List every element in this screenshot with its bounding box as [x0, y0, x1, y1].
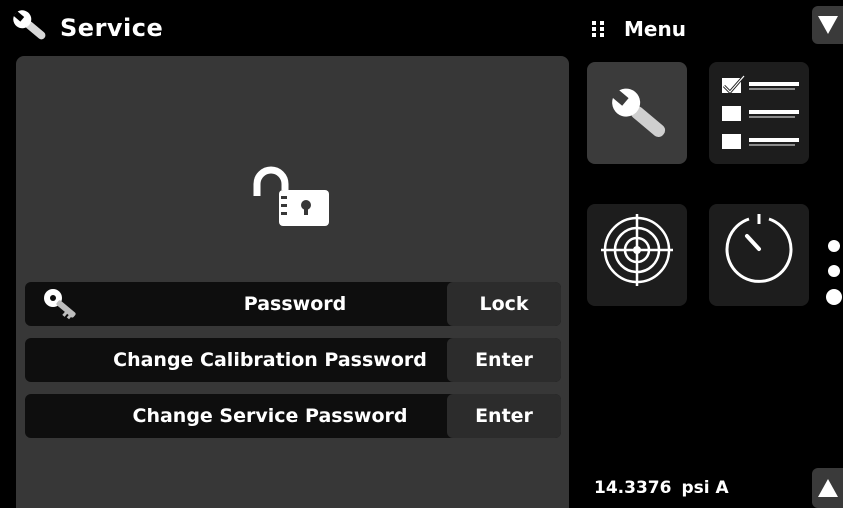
page-title: Service: [60, 14, 164, 42]
change-calibration-password-label: Change Calibration Password: [113, 349, 427, 371]
checklist-icon: [722, 75, 799, 149]
page-dot[interactable]: [828, 265, 840, 277]
wrench-icon: [611, 88, 666, 137]
wrench-icon: [13, 10, 46, 40]
pressure-value: 14.3376: [594, 478, 672, 498]
change-service-password-row: Change Service Password Enter: [25, 394, 561, 438]
page-indicator[interactable]: [826, 240, 843, 310]
service-panel: Password Lock Change Calibration Passwor…: [16, 56, 569, 508]
tile-target[interactable]: [587, 204, 687, 306]
change-calibration-password-row: Change Calibration Password Enter: [25, 338, 561, 382]
tile-checklist[interactable]: [709, 62, 809, 164]
pressure-unit: psi A: [681, 478, 729, 498]
tile-dial[interactable]: [709, 204, 809, 306]
triangle-up-icon: [817, 479, 838, 497]
key-icon: [44, 289, 76, 320]
triangle-down-icon: [817, 16, 838, 34]
dial-icon: [725, 214, 793, 283]
scroll-down-button[interactable]: [812, 6, 843, 44]
menu-title: Menu: [624, 17, 686, 41]
password-label: Password: [243, 293, 347, 315]
change-service-password-label: Change Service Password: [132, 405, 408, 427]
page-dot-current[interactable]: [826, 289, 842, 305]
service-header: Service: [0, 0, 575, 56]
lock-button[interactable]: Lock: [447, 282, 561, 326]
target-icon: [601, 214, 673, 286]
grip-icon: [592, 21, 606, 37]
tile-service[interactable]: [587, 62, 687, 164]
unlocked-padlock-icon: [253, 166, 329, 226]
change-calibration-password-enter-button[interactable]: Enter: [447, 338, 561, 382]
pressure-readout: 14.3376 psi A: [594, 478, 729, 498]
menu-header[interactable]: Menu: [592, 14, 686, 44]
page-dot[interactable]: [828, 240, 840, 252]
scroll-up-button[interactable]: [812, 468, 843, 508]
change-service-password-enter-button[interactable]: Enter: [447, 394, 561, 438]
password-row: Password Lock: [25, 282, 561, 326]
